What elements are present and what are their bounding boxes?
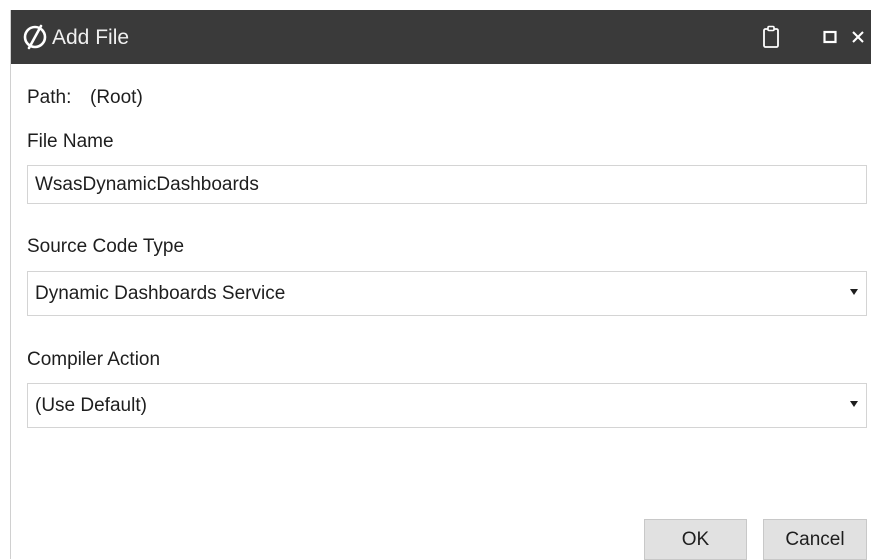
clipboard-icon[interactable]	[762, 25, 780, 49]
compiler-action-label: Compiler Action	[27, 349, 161, 370]
dropdown-arrow-icon[interactable]	[850, 289, 858, 295]
dropdown-arrow-icon[interactable]	[850, 401, 858, 407]
ok-button[interactable]: OK	[644, 519, 747, 560]
file-name-input[interactable]	[27, 165, 867, 204]
path-value: (Root)	[90, 87, 143, 108]
compiler-action-select[interactable]: (Use Default)	[27, 383, 867, 428]
source-code-type-select[interactable]: Dynamic Dashboards Service	[27, 271, 867, 316]
path-label: Path:	[27, 87, 72, 108]
background-strip	[0, 0, 871, 10]
maximize-icon[interactable]	[823, 30, 837, 44]
cancel-button[interactable]: Cancel	[763, 519, 867, 560]
compiler-action-value: (Use Default)	[35, 395, 147, 416]
source-code-type-value: Dynamic Dashboards Service	[35, 283, 286, 304]
dialog-titlebar[interactable]: Add File	[11, 10, 871, 64]
source-code-type-label: Source Code Type	[27, 236, 185, 257]
file-name-label: File Name	[27, 131, 114, 152]
dialog-title: Add File	[52, 26, 130, 49]
add-file-dialog: Add File Path: (Root) File Name Source C…	[10, 10, 871, 560]
close-icon[interactable]	[849, 26, 867, 48]
app-logo-icon	[23, 24, 47, 50]
